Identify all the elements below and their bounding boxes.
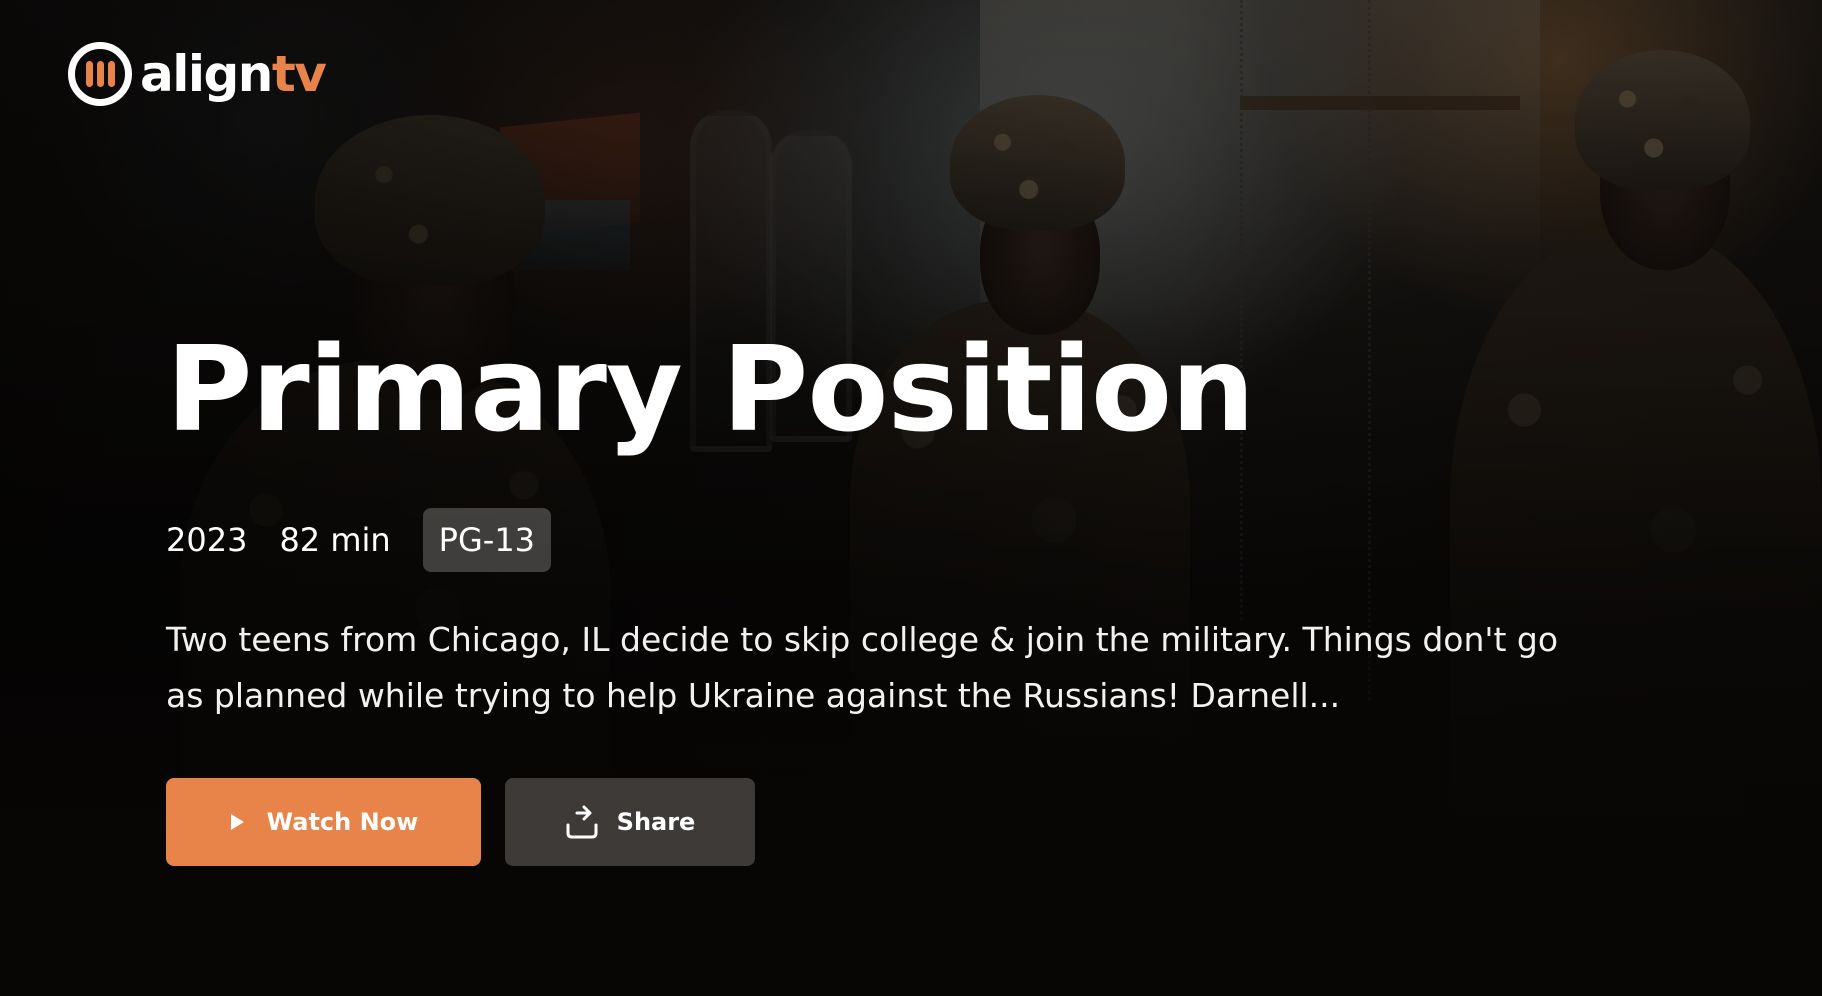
release-year: 2023 [166, 521, 248, 559]
share-label: Share [616, 808, 696, 836]
rating-badge: PG-13 [422, 508, 552, 572]
logo-mark-icon [68, 42, 132, 106]
hero-page: aligntv Primary Position 2023 82 min PG-… [0, 0, 1822, 996]
share-icon [565, 803, 599, 841]
movie-description: Two teens from Chicago, IL decide to ski… [166, 620, 1559, 715]
hero-content: Primary Position 2023 82 min PG-13 Two t… [166, 330, 1566, 866]
movie-meta: 2023 82 min PG-13 [166, 508, 1566, 572]
watch-now-label: Watch Now [266, 808, 419, 836]
movie-title: Primary Position [166, 320, 1255, 458]
runtime: 82 min [279, 521, 391, 559]
hero-actions: Watch Now Share [166, 778, 1566, 866]
logo-word-align: align [140, 45, 273, 103]
share-button[interactable]: Share [505, 778, 755, 866]
logo-word-tv: tv [271, 45, 327, 103]
aligntv-logo[interactable]: aligntv [68, 42, 327, 106]
play-icon [229, 813, 245, 831]
watch-now-button[interactable]: Watch Now [166, 778, 481, 866]
logo-wordmark: aligntv [140, 49, 327, 99]
